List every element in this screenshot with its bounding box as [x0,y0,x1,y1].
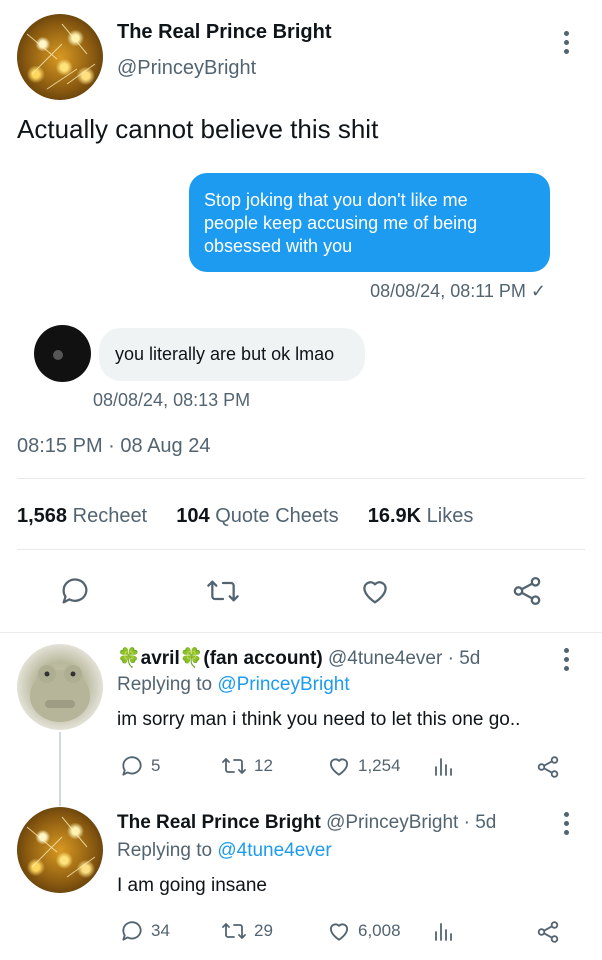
like-icon [329,758,349,776]
reply-author-handle[interactable]: @PrinceyBright [326,812,458,833]
retweet-icon[interactable] [205,575,241,607]
divider [17,549,585,550]
received-message-bubble: you literally are but ok lmao [99,328,365,381]
views-icon[interactable] [432,755,456,779]
more-icon[interactable] [564,31,570,58]
divider [17,478,585,479]
reply-retweet-action[interactable]: 29 [220,919,273,943]
reply-text: im sorry man i think you need to let thi… [117,709,521,730]
reply-icon [122,921,142,941]
reply-comment-action[interactable]: 34 [119,918,170,944]
reply-text: I am going insane [117,875,267,896]
reply-replying-to: Replying to @4tune4ever [117,840,332,861]
chat-contact-avatar [34,325,91,382]
likes-stat[interactable]: 16.9K Likes [368,505,474,527]
reply-author-name[interactable]: 🍀avril🍀(fan account) [117,648,323,669]
stats-row: 1,568 Recheet 104 Quote Cheets 16.9K Lik… [17,505,473,528]
reply-like-action[interactable]: 6,008 [326,918,401,944]
share-icon[interactable] [510,574,544,608]
reply-thread-line [59,732,61,806]
reply-avatar[interactable] [17,807,103,893]
reply-author-handle[interactable]: @4tune4ever [328,648,442,669]
like-icon [329,923,349,941]
sent-message-time: 08/08/24, 08:11 PM ✓ [370,281,546,301]
more-icon[interactable] [564,812,570,839]
reply-retweet-action[interactable]: 12 [220,754,273,778]
reply-comment-action[interactable]: 5 [119,753,160,779]
share-icon[interactable] [535,754,561,780]
tweet-text: Actually cannot believe this shit [17,114,379,144]
share-icon[interactable] [535,919,561,945]
like-icon[interactable] [358,574,392,608]
replying-to-link[interactable]: @4tune4ever [217,840,331,861]
tweet-timestamp: 08:15 PM · 08 Aug 24 [17,435,211,457]
quotes-stat[interactable]: 104 Quote Cheets [176,505,338,527]
reply-author-name[interactable]: The Real Prince Bright [117,812,321,833]
author-handle[interactable]: @PrinceyBright [117,57,256,80]
reply-like-action[interactable]: 1,254 [326,753,401,779]
divider [0,632,602,633]
reply-avatar[interactable] [17,644,103,730]
views-icon[interactable] [432,920,456,944]
reply-age: · 5d [447,648,481,669]
reply-age: · 5d [463,812,497,833]
recheets-stat[interactable]: 1,568 Recheet [17,505,147,527]
author-avatar[interactable] [17,14,103,100]
sent-message-text: Stop joking that you don't like me peopl… [204,190,478,256]
more-icon[interactable] [564,648,570,675]
replying-to-link[interactable]: @PrinceyBright [217,674,349,695]
reply-icon[interactable] [58,574,92,608]
sent-message-bubble: Stop joking that you don't like me peopl… [189,173,550,272]
received-message-time: 08/08/24, 08:13 PM [93,390,251,410]
retweet-icon [222,923,246,939]
reply-icon [122,756,142,776]
reply-replying-to: Replying to @PrinceyBright [117,674,350,695]
sparkle-pattern [26,23,96,90]
reply-header: The Real Prince Bright @PrinceyBright · … [117,812,496,834]
retweet-icon [222,758,246,774]
author-name[interactable]: The Real Prince Bright [117,21,332,44]
reply-header: 🍀avril🍀(fan account) @4tune4ever · 5d [117,646,480,670]
received-message-text: you literally are but ok lmao [115,344,335,364]
